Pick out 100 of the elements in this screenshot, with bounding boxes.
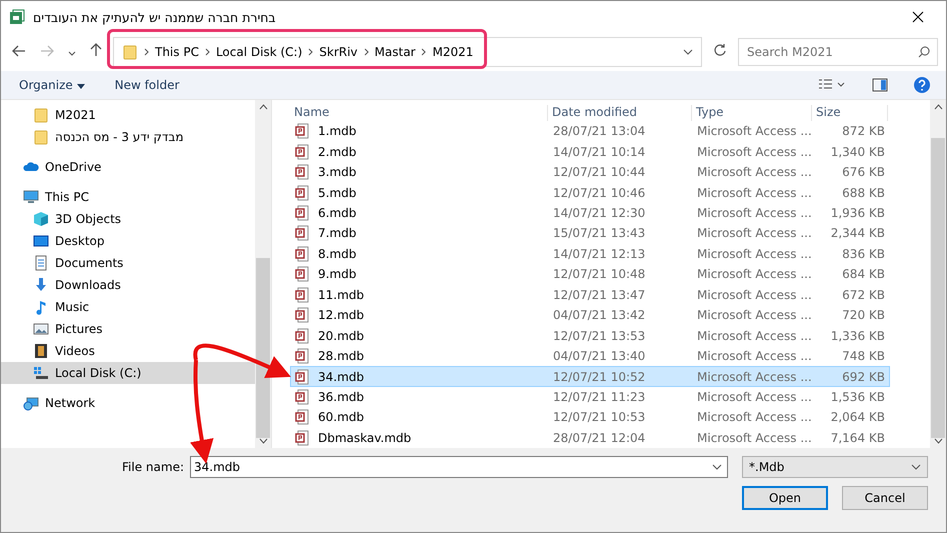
type-cell-text: Microsoft Access ... [696,390,813,404]
date-cell-text: 28/07/21 13:04 [552,124,646,138]
date-cell-text: 14/07/21 10:14 [552,144,646,159]
size-cell-text: 676 KB [841,165,886,180]
nav-item[interactable]: Pictures [1,318,255,340]
nav-item[interactable]: Desktop [1,230,255,252]
size-cell-text: 684 KB [841,267,886,282]
file-row[interactable]: 5.mdb 12/07/21 10:46 Microsoft Access ... 688 KB [290,182,890,203]
file-row[interactable]: 28.mdb 04/07/21 13:40 Microsoft Access ... 748 KB [290,346,890,366]
breadcrumb[interactable]: Mastar [374,45,416,59]
breadcrumb[interactable]: Local Disk (C:) [216,45,302,59]
file-row[interactable]: 2.mdb 14/07/21 10:14 Microsoft Access ... 1,340 KB [290,142,890,162]
date-cell-text: 12/07/21 10:44 [552,165,646,180]
type-cell-text: Microsoft Access ... [696,186,813,200]
file-row[interactable]: Dbmaskav.mdb 28/07/21 12:04 Microsoft Access ... 7,164 KB [290,428,890,448]
file-name: 1.mdb [317,124,358,138]
type-cell-text: Microsoft Access ... [696,410,813,424]
type-cell-text: Microsoft Access ... [696,308,813,322]
file-name: 2.mdb [317,144,358,159]
file-name-label: File name: [122,460,184,474]
database-file-icon [295,286,309,303]
help-icon[interactable] [914,77,930,93]
file-row[interactable]: 20.mdb 12/07/21 13:53 Microsoft Access ... 1,336 KB [290,325,890,346]
file-name: 28.mdb [317,349,366,364]
open-button[interactable]: Open [742,486,828,510]
column-header[interactable]: Name [290,105,548,122]
new-folder-button[interactable]: New folder [112,76,182,94]
nav-item[interactable]: מבדק ידע 3 - מס הכנסה [1,126,255,148]
breadcrumb[interactable]: SkrRiv [319,45,358,59]
type-cell-text: Microsoft Access ... [696,328,813,343]
column-header[interactable]: Date modified [548,105,692,122]
size-cell-text: 2,064 KB [830,410,886,424]
forward-arrow-icon [40,44,54,56]
size-cell-text: 1,936 KB [830,206,886,220]
type-cell-text: Microsoft Access ... [696,349,813,364]
size-cell-text: 1,340 KB [830,144,886,159]
chevron-down-icon [683,49,693,55]
nav-item[interactable]: OneDrive [1,156,255,178]
file-name: 11.mdb [317,288,366,302]
organize-button[interactable]: Organize [17,76,87,94]
type-cell-text: Microsoft Access ... [696,206,813,220]
scroll-down-icon[interactable] [934,438,942,444]
download-icon [33,277,49,293]
file-row[interactable]: 36.mdb 12/07/21 11:23 Microsoft Access ... 1,536 KB [290,386,890,408]
file-row[interactable]: 6.mdb 14/07/21 12:30 Microsoft Access ... 1,936 KB [290,202,890,224]
file-row[interactable]: 34.mdb 12/07/21 10:52 Microsoft Access ... 692 KB [290,366,890,387]
date-cell-text: 04/07/21 13:42 [552,308,646,322]
size-cell-text: 672 KB [841,288,886,302]
breadcrumb[interactable]: M2021 [432,45,474,59]
cube-icon [33,211,49,227]
nav-item[interactable]: Music [1,296,255,318]
file-row[interactable]: 12.mdb 04/07/21 13:42 Microsoft Access ... 720 KB [290,305,890,326]
type-cell-text: Microsoft Access ... [696,288,813,302]
breadcrumb[interactable]: This PC [155,45,199,59]
date-cell-text: 15/07/21 13:43 [552,226,646,240]
address-bar[interactable]: This PC Local Disk (C:) SkrRiv Mastar M2021 [113,37,702,67]
file-name: 20.mdb [317,328,366,343]
column-header[interactable]: Size [812,105,888,122]
nav-item[interactable]: This PC [1,186,255,208]
type-cell-text: Microsoft Access ... [696,246,813,261]
scroll-up-icon[interactable] [934,104,942,110]
preview-pane-icon[interactable] [872,78,888,92]
scroll-up-icon[interactable] [258,104,268,110]
database-file-icon [295,388,309,405]
scrollbar[interactable] [255,100,271,448]
file-name-field[interactable]: 34.mdb [190,456,728,478]
back-arrow-icon [12,44,26,56]
chevron-right-icon [364,48,369,56]
nav-item[interactable]: Local Disk (C:) [1,362,255,384]
nav-item[interactable]: 3D Objects [1,208,255,230]
size-cell-text: 692 KB [841,370,886,384]
cancel-button[interactable]: Cancel [842,486,928,510]
chevron-right-icon [308,48,314,56]
scroll-down-icon[interactable] [258,438,268,444]
file-row[interactable]: 11.mdb 12/07/21 13:47 Microsoft Access ... 672 KB [290,284,890,305]
size-cell-text: 7,164 KB [830,430,886,445]
nav-item[interactable]: Downloads [1,274,255,296]
file-row[interactable]: 60.mdb 12/07/21 10:53 Microsoft Access ... 2,064 KB [290,407,890,428]
file-row[interactable]: 7.mdb 15/07/21 13:43 Microsoft Access ... 2,344 KB [290,223,890,244]
file-row[interactable]: 1.mdb 28/07/21 13:04 Microsoft Access ... 872 KB [290,121,890,142]
nav-item[interactable]: Documents [1,252,255,274]
nav-item[interactable]: Network [1,392,255,414]
network-icon [23,395,39,411]
file-row[interactable]: 9.mdb 12/07/21 10:48 Microsoft Access ... 684 KB [290,264,890,285]
picture-icon [33,321,49,337]
type-cell-text: Microsoft Access ... [696,430,813,445]
file-row[interactable]: 3.mdb 12/07/21 10:44 Microsoft Access ... 676 KB [290,162,890,182]
scrollbar[interactable] [930,100,946,448]
nav-item[interactable]: M2021 [1,104,255,126]
nav-item[interactable]: Videos [1,340,255,362]
date-cell-text: 12/07/21 13:53 [552,328,646,343]
size-cell-text: 748 KB [841,349,886,364]
column-header[interactable]: Type [692,105,812,122]
search-field[interactable]: Search M2021 [738,38,938,66]
file-type-dropdown[interactable]: *.Mdb [742,456,928,478]
file-row[interactable]: 8.mdb 14/07/21 12:13 Microsoft Access ... 836 KB [290,244,890,264]
database-file-icon [295,246,309,262]
chevron-down-icon[interactable] [712,464,722,470]
size-cell-text: 1,536 KB [830,390,886,404]
database-file-icon [295,225,309,242]
